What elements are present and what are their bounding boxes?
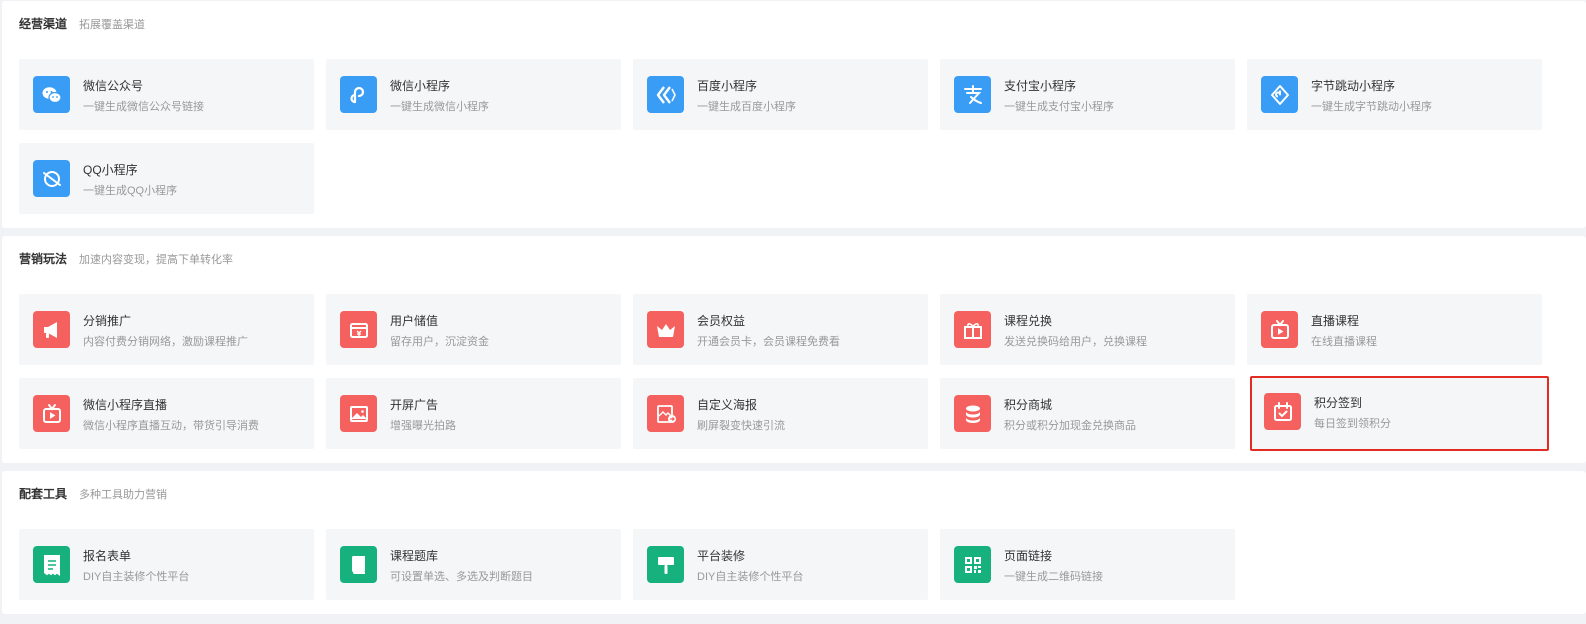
card-title: 支付宝小程序 xyxy=(1004,79,1077,93)
gift-icon xyxy=(954,311,991,348)
card-title: 分销推广 xyxy=(83,314,132,328)
section-subtitle: 拓展覆盖渠道 xyxy=(79,19,146,31)
section-header: 营销玩法 加速内容变现，提高下单转化率 xyxy=(19,250,233,267)
card-description: DIY自主装修个性平台 xyxy=(697,571,804,583)
card-wechat-mini-program[interactable]: 微信小程序 一键生成微信小程序 xyxy=(326,59,621,130)
card-qq-mini-program[interactable]: QQ小程序 一键生成QQ小程序 xyxy=(19,143,314,214)
section-tools: 配套工具 多种工具助力营销 报名表单 DIY自主装修个性平台 课程题库 可设置单… xyxy=(2,471,1586,614)
card-title: 微信小程序 xyxy=(390,79,451,93)
card-title: 自定义海报 xyxy=(697,398,758,412)
card-title: 课程题库 xyxy=(390,549,439,563)
card-title: 课程兑换 xyxy=(1004,314,1053,328)
card-description: 每日签到领积分 xyxy=(1314,418,1391,430)
card-live-course[interactable]: 直播课程 在线直播课程 xyxy=(1247,294,1542,365)
card-description: 刷屏裂变快速引流 xyxy=(697,420,785,432)
live-tv-icon xyxy=(1261,311,1298,348)
section-subtitle: 多种工具助力营销 xyxy=(79,489,168,501)
section-title: 经营渠道 xyxy=(19,17,68,31)
card-description: 在线直播课程 xyxy=(1311,336,1377,348)
card-baidu-mini-program[interactable]: 百度小程序 一键生成百度小程序 xyxy=(633,59,928,130)
card-description: 一键生成QQ小程序 xyxy=(83,185,178,197)
card-description: 内容付费分销网络，激励课程推广 xyxy=(83,336,248,348)
mini-program-icon xyxy=(340,76,377,113)
card-description: 增强曝光拍路 xyxy=(390,420,456,432)
form-icon xyxy=(33,546,70,583)
card-title: 开屏广告 xyxy=(390,398,439,412)
paint-roller-icon xyxy=(647,546,684,583)
wechat-icon xyxy=(33,76,70,113)
alipay-icon xyxy=(954,76,991,113)
card-wechat-mini-live[interactable]: 微信小程序直播 微信小程序直播互动，带货引导消费 xyxy=(19,378,314,449)
card-description: 一键生成微信公众号链接 xyxy=(83,101,204,113)
coins-icon xyxy=(954,395,991,432)
section-title: 营销玩法 xyxy=(19,252,68,266)
card-wechat-official-account[interactable]: 微信公众号 一键生成微信公众号链接 xyxy=(19,59,314,130)
calendar-check-icon xyxy=(1264,393,1301,430)
section-title: 配套工具 xyxy=(19,487,68,501)
qrcode-icon xyxy=(954,546,991,583)
wallet-icon xyxy=(340,311,377,348)
live-tv-icon xyxy=(33,395,70,432)
card-points-mall[interactable]: 积分商城 积分或积分加现金兑换商品 xyxy=(940,378,1235,449)
card-description: 一键生成字节跳动小程序 xyxy=(1311,101,1432,113)
poster-share-icon xyxy=(647,395,684,432)
section-header: 配套工具 多种工具助力营销 xyxy=(19,485,167,502)
qq-planet-icon xyxy=(33,160,70,197)
card-splash-ad[interactable]: 开屏广告 增强曝光拍路 xyxy=(326,378,621,449)
card-registration-form[interactable]: 报名表单 DIY自主装修个性平台 xyxy=(19,529,314,600)
image-icon xyxy=(340,395,377,432)
card-title: 字节跳动小程序 xyxy=(1311,79,1396,93)
card-description: 微信小程序直播互动，带货引导消费 xyxy=(83,420,259,432)
card-title: 报名表单 xyxy=(83,549,132,563)
card-distribution-promotion[interactable]: 分销推广 内容付费分销网络，激励课程推广 xyxy=(19,294,314,365)
baidu-icon xyxy=(647,76,684,113)
card-title: 直播课程 xyxy=(1311,314,1360,328)
card-title: 会员权益 xyxy=(697,314,746,328)
card-description: 留存用户，沉淀资金 xyxy=(390,336,489,348)
card-description: 一键生成百度小程序 xyxy=(697,101,796,113)
card-title: 微信公众号 xyxy=(83,79,144,93)
crown-icon xyxy=(647,311,684,348)
megaphone-icon xyxy=(33,311,70,348)
card-title: QQ小程序 xyxy=(83,163,138,177)
card-description: 可设置单选、多选及判断题目 xyxy=(390,571,533,583)
card-description: 开通会员卡，会员课程免费看 xyxy=(697,336,840,348)
card-question-bank[interactable]: 课程题库 可设置单选、多选及判断题目 xyxy=(326,529,621,600)
section-header: 经营渠道 拓展覆盖渠道 xyxy=(19,15,145,32)
section-channels: 经营渠道 拓展覆盖渠道 微信公众号 一键生成微信公众号链接 微信小程序 一键生成… xyxy=(2,1,1586,228)
card-description: DIY自主装修个性平台 xyxy=(83,571,190,583)
card-title: 微信小程序直播 xyxy=(83,398,168,412)
card-description: 一键生成二维码链接 xyxy=(1004,571,1103,583)
section-marketing: 营销玩法 加速内容变现，提高下单转化率 分销推广 内容付费分销网络，激励课程推广… xyxy=(2,236,1586,463)
card-points-checkin[interactable]: 积分签到 每日签到领积分 xyxy=(1250,376,1549,451)
book-icon xyxy=(340,546,377,583)
card-title: 积分商城 xyxy=(1004,398,1053,412)
card-alipay-mini-program[interactable]: 支付宝小程序 一键生成支付宝小程序 xyxy=(940,59,1235,130)
card-title: 百度小程序 xyxy=(697,79,758,93)
card-description: 积分或积分加现金兑换商品 xyxy=(1004,420,1136,432)
card-page-link[interactable]: 页面链接 一键生成二维码链接 xyxy=(940,529,1235,600)
card-member-benefits[interactable]: 会员权益 开通会员卡，会员课程免费看 xyxy=(633,294,928,365)
card-bytedance-mini-program[interactable]: 字节跳动小程序 一键生成字节跳动小程序 xyxy=(1247,59,1542,130)
card-description: 一键生成微信小程序 xyxy=(390,101,489,113)
card-title: 平台装修 xyxy=(697,549,746,563)
card-title: 页面链接 xyxy=(1004,549,1053,563)
section-subtitle: 加速内容变现，提高下单转化率 xyxy=(79,254,234,266)
card-custom-poster[interactable]: 自定义海报 刷屏裂变快速引流 xyxy=(633,378,928,449)
card-title: 用户储值 xyxy=(390,314,439,328)
card-description: 发送兑换码给用户，兑换课程 xyxy=(1004,336,1147,348)
card-course-redeem[interactable]: 课程兑换 发送兑换码给用户，兑换课程 xyxy=(940,294,1235,365)
card-user-stored-value[interactable]: 用户储值 留存用户，沉淀资金 xyxy=(326,294,621,365)
card-platform-decoration[interactable]: 平台装修 DIY自主装修个性平台 xyxy=(633,529,928,600)
bytedance-icon xyxy=(1261,76,1298,113)
card-title: 积分签到 xyxy=(1314,396,1363,410)
card-description: 一键生成支付宝小程序 xyxy=(1004,101,1114,113)
